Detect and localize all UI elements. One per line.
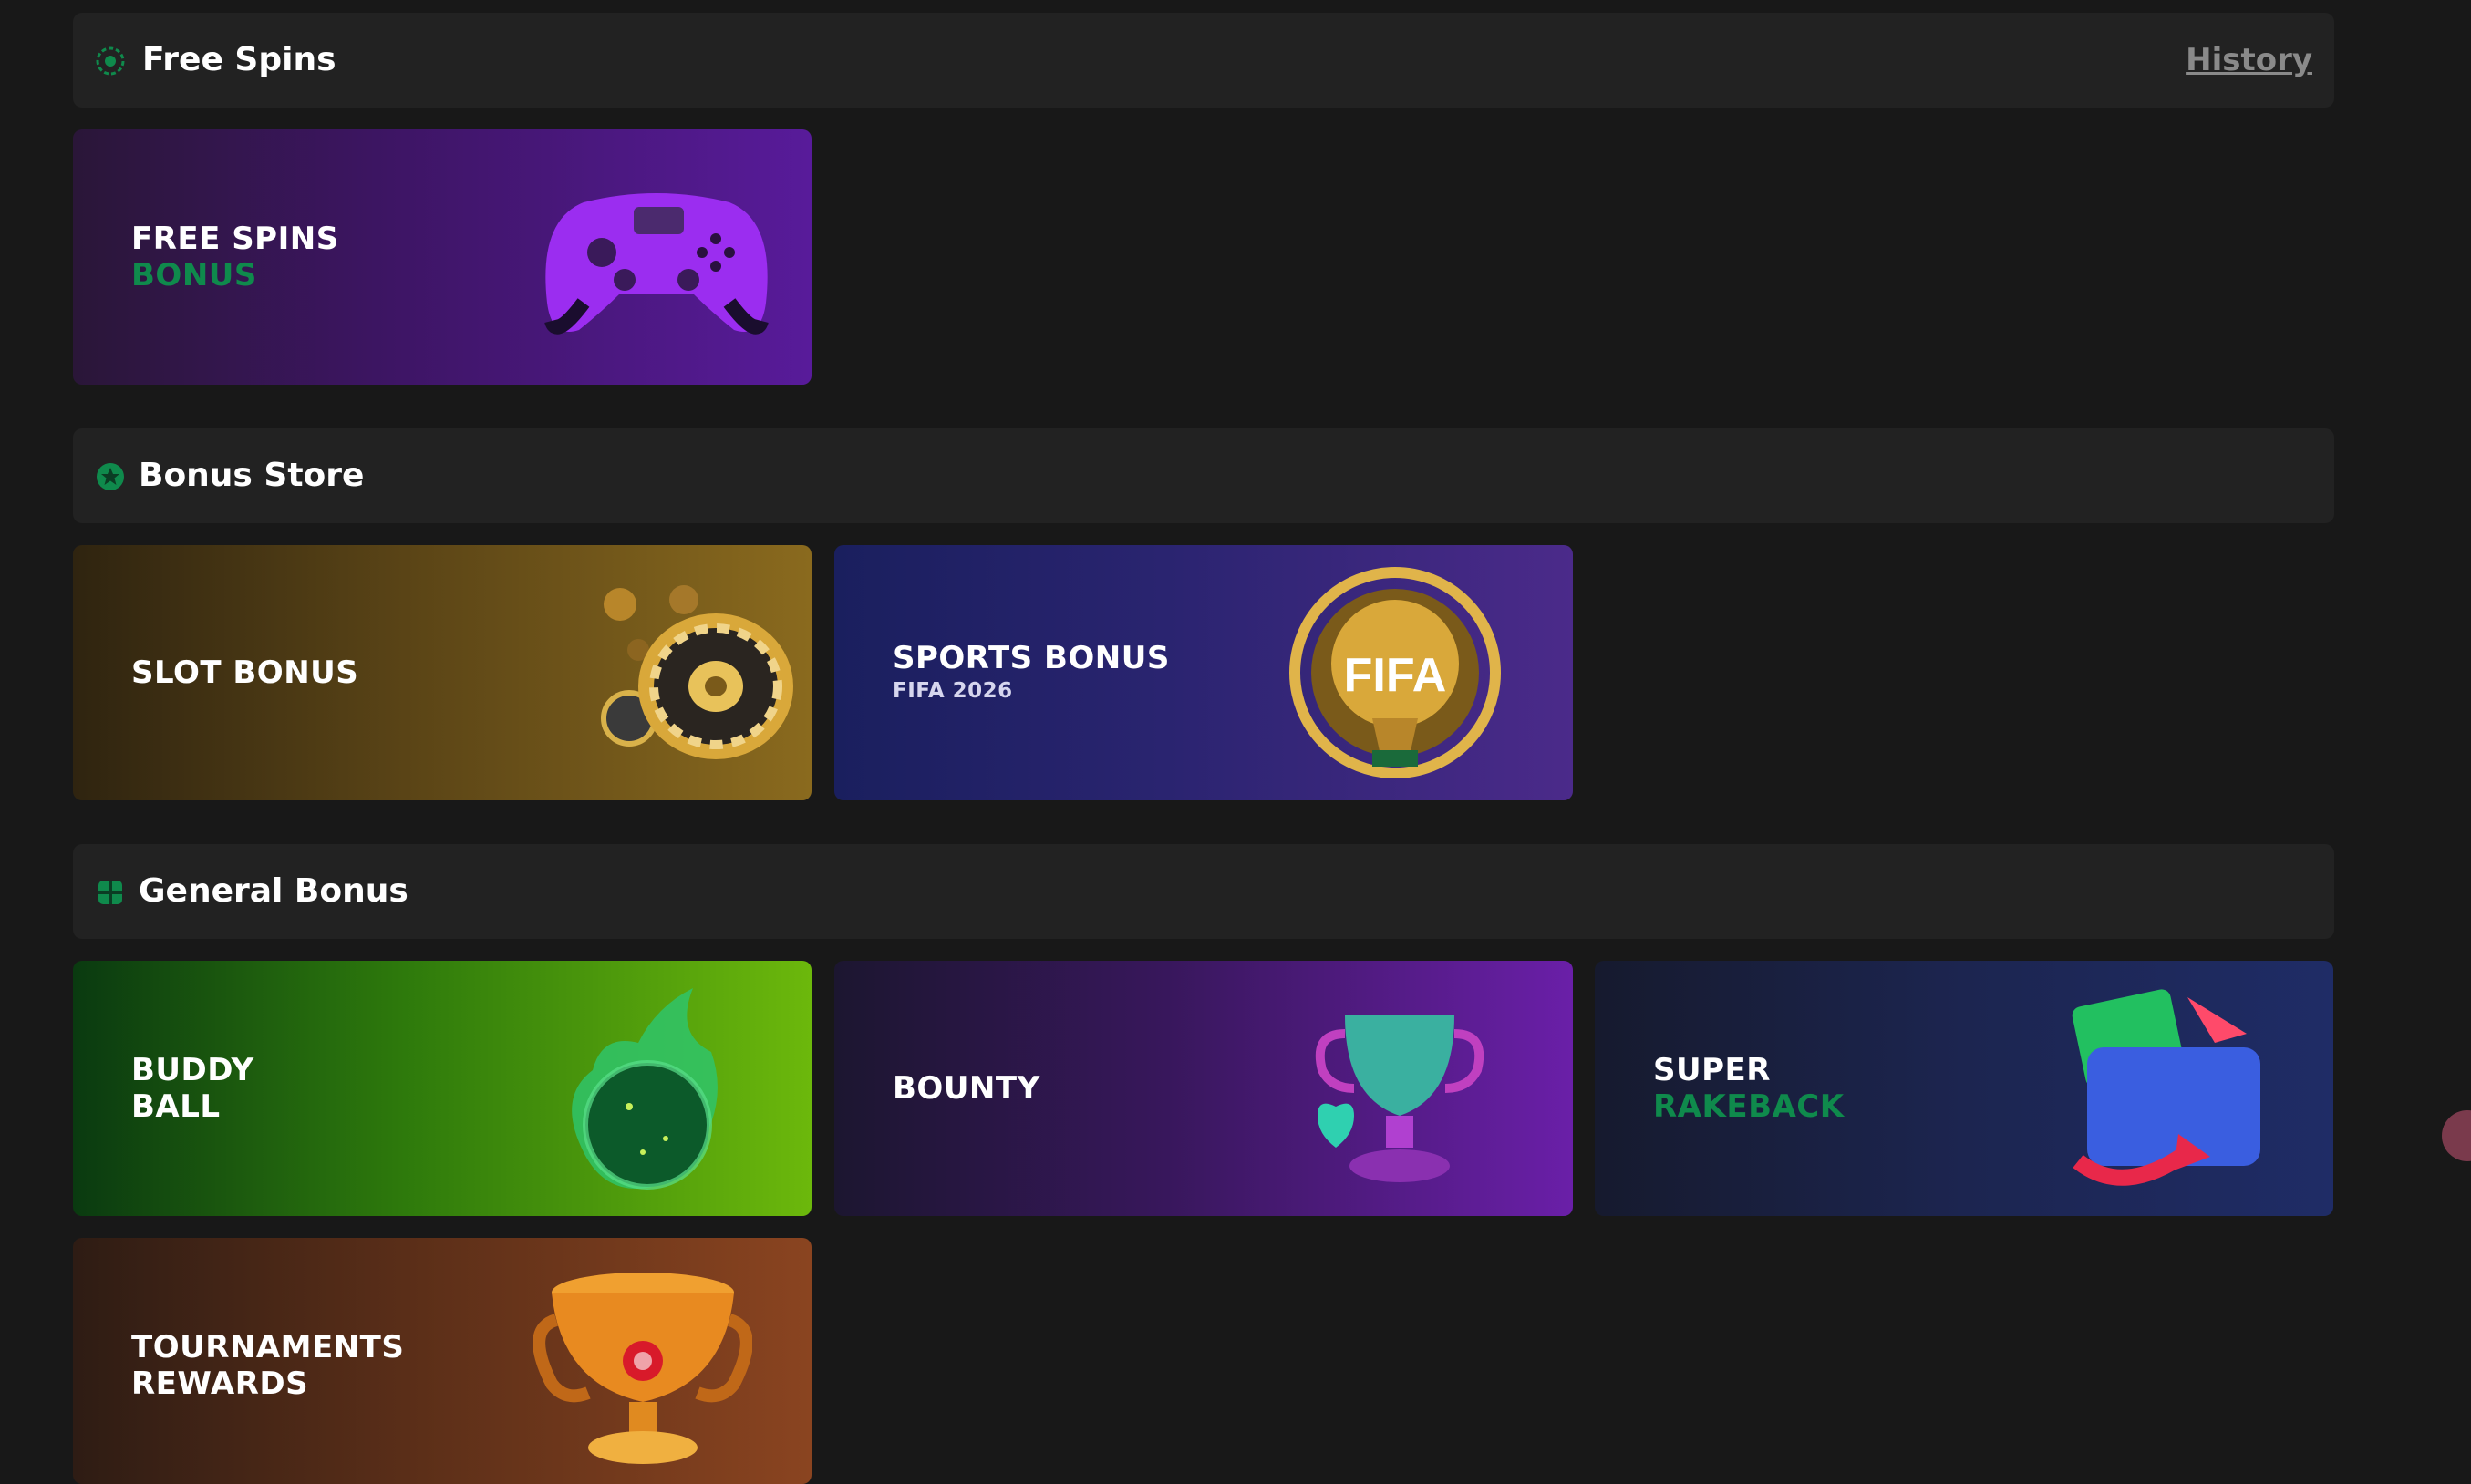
card-subtitle: BONUS <box>131 257 257 294</box>
free-spins-icon <box>96 46 125 76</box>
fifa-badge-text: FIFA <box>1344 649 1447 702</box>
roulette-icon <box>601 585 793 759</box>
slot-bonus-card[interactable]: SLOT BONUS <box>73 545 812 800</box>
card-title-line2: REWARDS <box>131 1365 309 1402</box>
gift-icon <box>98 881 122 904</box>
history-link[interactable]: History <box>2186 13 2312 108</box>
fire-ball-icon <box>572 988 718 1190</box>
general-bonus-title: General Bonus <box>139 872 408 910</box>
free-spins-title: Free Spins <box>142 41 336 78</box>
general-bonus-header: General Bonus <box>73 844 2334 939</box>
star-badge-icon <box>97 463 124 490</box>
bounty-card[interactable]: BOUNTY <box>834 961 1573 1216</box>
gamepad-icon <box>544 193 769 335</box>
bonus-store-title: Bonus Store <box>139 457 365 494</box>
card-title: SLOT BONUS <box>131 654 359 691</box>
tournaments-rewards-card[interactable]: TOURNAMENTS REWARDS <box>73 1238 812 1484</box>
card-title-line2: BALL <box>131 1088 221 1125</box>
free-spins-header: Free Spins History <box>73 13 2334 108</box>
neon-trophy-icon <box>1315 1015 1484 1182</box>
sports-bonus-card[interactable]: SPORTS BONUS FIFA 2026 FIFA <box>834 545 1573 800</box>
bonus-store-header: Bonus Store <box>73 428 2334 523</box>
card-title: SUPER <box>1653 1052 1771 1088</box>
buddy-ball-card[interactable]: BUDDY BALL <box>73 961 812 1216</box>
card-title: FREE SPINS <box>131 221 339 257</box>
wallet-arrows-icon <box>2072 989 2260 1186</box>
floating-side-button[interactable] <box>2442 1110 2471 1161</box>
card-subtitle: RAKEBACK <box>1653 1088 1845 1125</box>
free-spins-bonus-card[interactable]: FREE SPINS BONUS <box>73 129 812 385</box>
card-title: BUDDY <box>131 1052 254 1088</box>
card-title: TOURNAMENTS <box>131 1329 405 1365</box>
card-title: SPORTS BONUS <box>893 640 1170 676</box>
super-rakeback-card[interactable]: SUPER RAKEBACK <box>1595 961 2333 1216</box>
card-subtitle: FIFA 2026 <box>893 679 1013 703</box>
orange-trophy-icon <box>533 1273 752 1464</box>
fifa-trophy-icon: FIFA <box>1289 567 1501 778</box>
card-title: BOUNTY <box>893 1070 1040 1107</box>
